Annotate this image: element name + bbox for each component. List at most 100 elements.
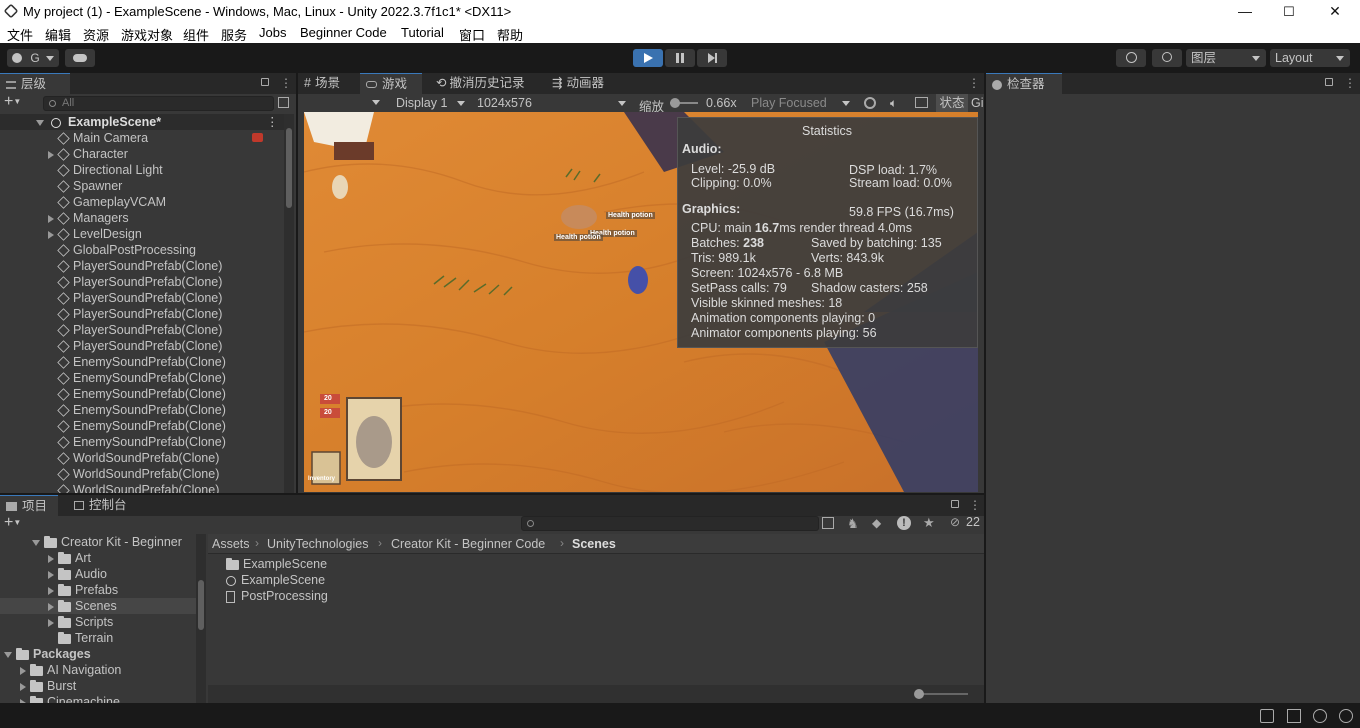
folder-tree-item[interactable]: Prefabs [0,582,196,598]
settings-icon[interactable] [1339,709,1353,723]
menu-component[interactable]: 组件 [183,25,209,44]
hierarchy-search-input[interactable]: All [43,96,274,111]
hierarchy-item[interactable]: Main Camera [0,130,284,146]
close-button[interactable]: ✕ [1312,1,1358,22]
play-button[interactable] [633,49,663,67]
expand-icon[interactable] [48,150,54,159]
bug-icon[interactable] [864,97,876,109]
icon-size-slider[interactable] [914,689,968,699]
tree-scrollbar[interactable] [196,534,206,703]
type-filter-icon[interactable]: ♞ [847,516,859,532]
cache-icon[interactable] [1287,709,1301,723]
expand-icon[interactable] [48,586,54,595]
folder-tree-item[interactable]: Art [0,550,196,566]
expand-icon[interactable] [48,554,54,563]
hierarchy-item[interactable]: GlobalPostProcessing [0,242,284,258]
expand-icon[interactable] [48,230,54,239]
hierarchy-item[interactable]: LevelDesign [0,226,284,242]
tab-console[interactable]: 控制台 [68,495,138,516]
hierarchy-item[interactable]: WorldSoundPrefab(Clone) [0,450,284,466]
folder-tree-item[interactable]: Scripts [0,614,196,630]
folder-tree-item[interactable]: Burst [0,678,196,694]
file-item[interactable]: PostProcessing [226,588,328,604]
tab-game[interactable]: 游戏 [360,73,422,94]
warning-filter-icon[interactable]: ! [897,516,911,530]
menu-beginner-code[interactable]: Beginner Code [300,25,387,40]
more-icon[interactable]: ⋮ [1344,76,1356,90]
label-filter-icon[interactable]: ◆ [872,516,881,530]
expand-icon[interactable] [20,682,26,691]
search-button[interactable] [1152,49,1182,67]
breadcrumb-assets[interactable]: Assets [212,537,250,551]
hierarchy-item[interactable]: PlayerSoundPrefab(Clone) [0,274,284,290]
hierarchy-item[interactable]: PlayerSoundPrefab(Clone) [0,322,284,338]
file-item[interactable]: ExampleScene [226,556,327,572]
scene-filter-icon[interactable] [278,97,289,108]
cloud-button[interactable] [65,49,95,67]
step-button[interactable] [697,49,727,67]
scrollbar-thumb[interactable] [198,580,204,630]
favorite-icon[interactable]: ★ [923,515,935,531]
layout-dropdown[interactable]: Layout [1270,49,1350,67]
scene-root-row[interactable]: ExampleScene* ⋮ [0,114,284,130]
expand-icon[interactable] [48,602,54,611]
menu-help[interactable]: 帮助 [497,25,523,44]
breadcrumb-creator-kit[interactable]: Creator Kit - Beginner Code [391,537,545,551]
hierarchy-item[interactable]: PlayerSoundPrefab(Clone) [0,306,284,322]
breadcrumb-scenes[interactable]: Scenes [572,537,616,551]
hierarchy-item[interactable]: PlayerSoundPrefab(Clone) [0,290,284,306]
gizmos-button[interactable]: Gi [971,96,984,110]
tab-project[interactable]: 项目 [0,495,58,516]
folder-tree-item[interactable]: Audio [0,566,196,582]
hierarchy-item[interactable]: GameplayVCAM [0,194,284,210]
history-button[interactable] [1116,49,1146,67]
hierarchy-item[interactable]: PlayerSoundPrefab(Clone) [0,338,284,354]
hierarchy-item[interactable]: PlayerSoundPrefab(Clone) [0,258,284,274]
lock-icon[interactable] [951,500,959,508]
menu-edit[interactable]: 编辑 [45,25,71,44]
hierarchy-item[interactable]: EnemySoundPrefab(Clone) [0,434,284,450]
hierarchy-item[interactable]: EnemySoundPrefab(Clone) [0,418,284,434]
menu-file[interactable]: 文件 [7,25,33,44]
expand-icon[interactable] [48,618,54,627]
folder-tree-item[interactable]: Scenes [0,598,196,614]
hierarchy-item[interactable]: Directional Light [0,162,284,178]
lock-icon[interactable] [261,78,269,86]
folder-tree-item[interactable]: Terrain [0,630,196,646]
expand-icon[interactable] [20,666,26,675]
hierarchy-scrollbar[interactable] [284,114,294,493]
hierarchy-item[interactable]: Managers [0,210,284,226]
search-scope-icon[interactable] [822,517,834,529]
lock-icon[interactable] [1325,78,1333,86]
account-dropdown[interactable]: G [7,49,59,67]
tab-animator[interactable]: ⇶ 动画器 [546,73,626,94]
create-button[interactable]: +▼ [4,515,34,532]
expand-icon[interactable] [32,539,40,546]
hidden-eye-icon[interactable]: ⊘ [950,515,960,529]
debug-icon[interactable] [1313,709,1327,723]
stats-button[interactable]: 状态 [936,94,968,112]
audio-mute-icon[interactable]: 🔈︎ [890,96,897,111]
menu-window[interactable]: 窗口 [459,25,485,44]
play-mode-dropdown[interactable]: Play Focused [746,94,856,112]
hierarchy-item[interactable]: EnemySoundPrefab(Clone) [0,386,284,402]
layers-dropdown[interactable]: 图层 [1186,49,1266,67]
folder-tree-item[interactable]: AI Navigation [0,662,196,678]
menu-services[interactable]: 服务 [221,25,247,44]
hierarchy-item[interactable]: Spawner [0,178,284,194]
hierarchy-item[interactable]: Character [0,146,284,162]
menu-gameobject[interactable]: 游戏对象 [121,25,173,44]
hierarchy-item[interactable]: WorldSoundPrefab(Clone) [0,466,284,482]
scene-menu-icon[interactable]: ⋮ [266,114,279,130]
hierarchy-item[interactable]: EnemySoundPrefab(Clone) [0,402,284,418]
tab-hierarchy[interactable]: 层级 [0,73,70,94]
breadcrumb-unitytechnologies[interactable]: UnityTechnologies [267,537,368,551]
add-button[interactable]: +▼ [4,94,34,111]
menu-jobs[interactable]: Jobs [259,25,286,40]
more-icon[interactable]: ⋮ [969,498,981,512]
expand-icon[interactable] [4,651,12,658]
expand-icon[interactable] [48,214,54,223]
menu-tutorial[interactable]: Tutorial [401,25,444,40]
folder-tree-item[interactable]: Creator Kit - Beginner [0,534,196,550]
display-dropdown[interactable]: Display 1 [391,94,471,112]
